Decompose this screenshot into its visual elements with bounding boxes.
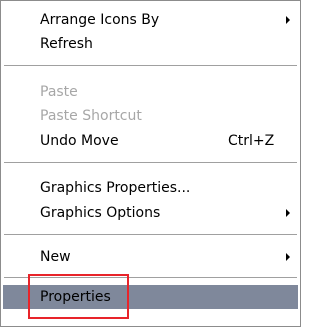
submenu-arrow-icon	[286, 253, 290, 261]
menu-item-graphics-properties[interactable]: Graphics Properties...	[3, 176, 298, 200]
menu-item-arrange-icons-by[interactable]: Arrange Icons By	[3, 8, 298, 32]
menu-separator	[4, 65, 297, 66]
submenu-arrow-icon	[286, 209, 290, 217]
annotation-highlight-box	[28, 274, 129, 319]
menu-item-label: Arrange Icons By	[40, 12, 160, 28]
menu-item-paste: Paste	[3, 80, 298, 104]
menu-item-label: Paste	[40, 84, 78, 100]
menu-item-graphics-options[interactable]: Graphics Options	[3, 201, 298, 225]
menu-item-label: New	[40, 249, 71, 265]
menu-item-undo-move[interactable]: Undo Move Ctrl+Z	[3, 129, 298, 153]
menu-separator	[4, 162, 297, 163]
submenu-arrow-icon	[286, 16, 290, 24]
menu-item-label: Paste Shortcut	[40, 108, 142, 124]
menu-item-label: Undo Move	[40, 133, 119, 149]
menu-item-new[interactable]: New	[3, 245, 298, 269]
menu-item-shortcut: Ctrl+Z	[228, 133, 275, 149]
menu-item-paste-shortcut: Paste Shortcut	[3, 104, 298, 128]
menu-item-refresh[interactable]: Refresh	[3, 32, 298, 56]
menu-separator	[4, 234, 297, 235]
menu-item-label: Refresh	[40, 36, 93, 52]
menu-item-label: Graphics Options	[40, 205, 161, 221]
menu-item-label: Graphics Properties...	[40, 180, 191, 196]
